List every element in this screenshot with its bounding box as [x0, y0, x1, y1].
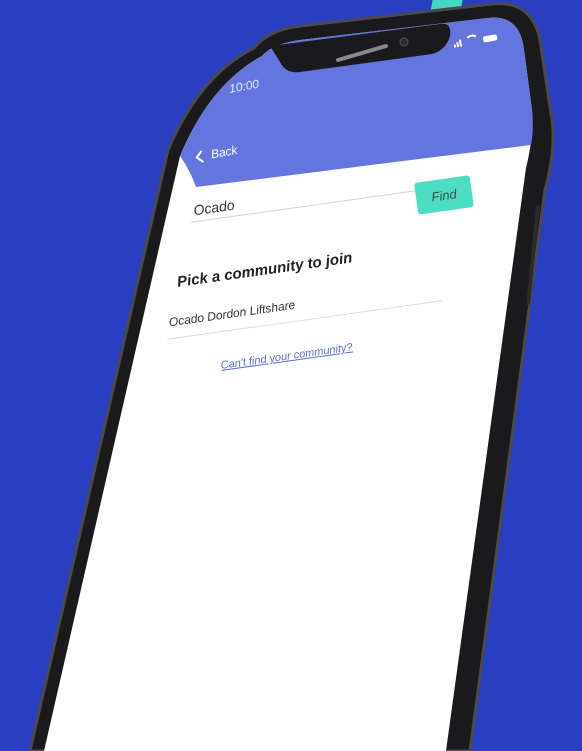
phone-frame — [28, 2, 555, 751]
signal-icon — [453, 39, 463, 48]
front-camera — [399, 37, 409, 47]
chevron-left-icon — [195, 149, 208, 163]
